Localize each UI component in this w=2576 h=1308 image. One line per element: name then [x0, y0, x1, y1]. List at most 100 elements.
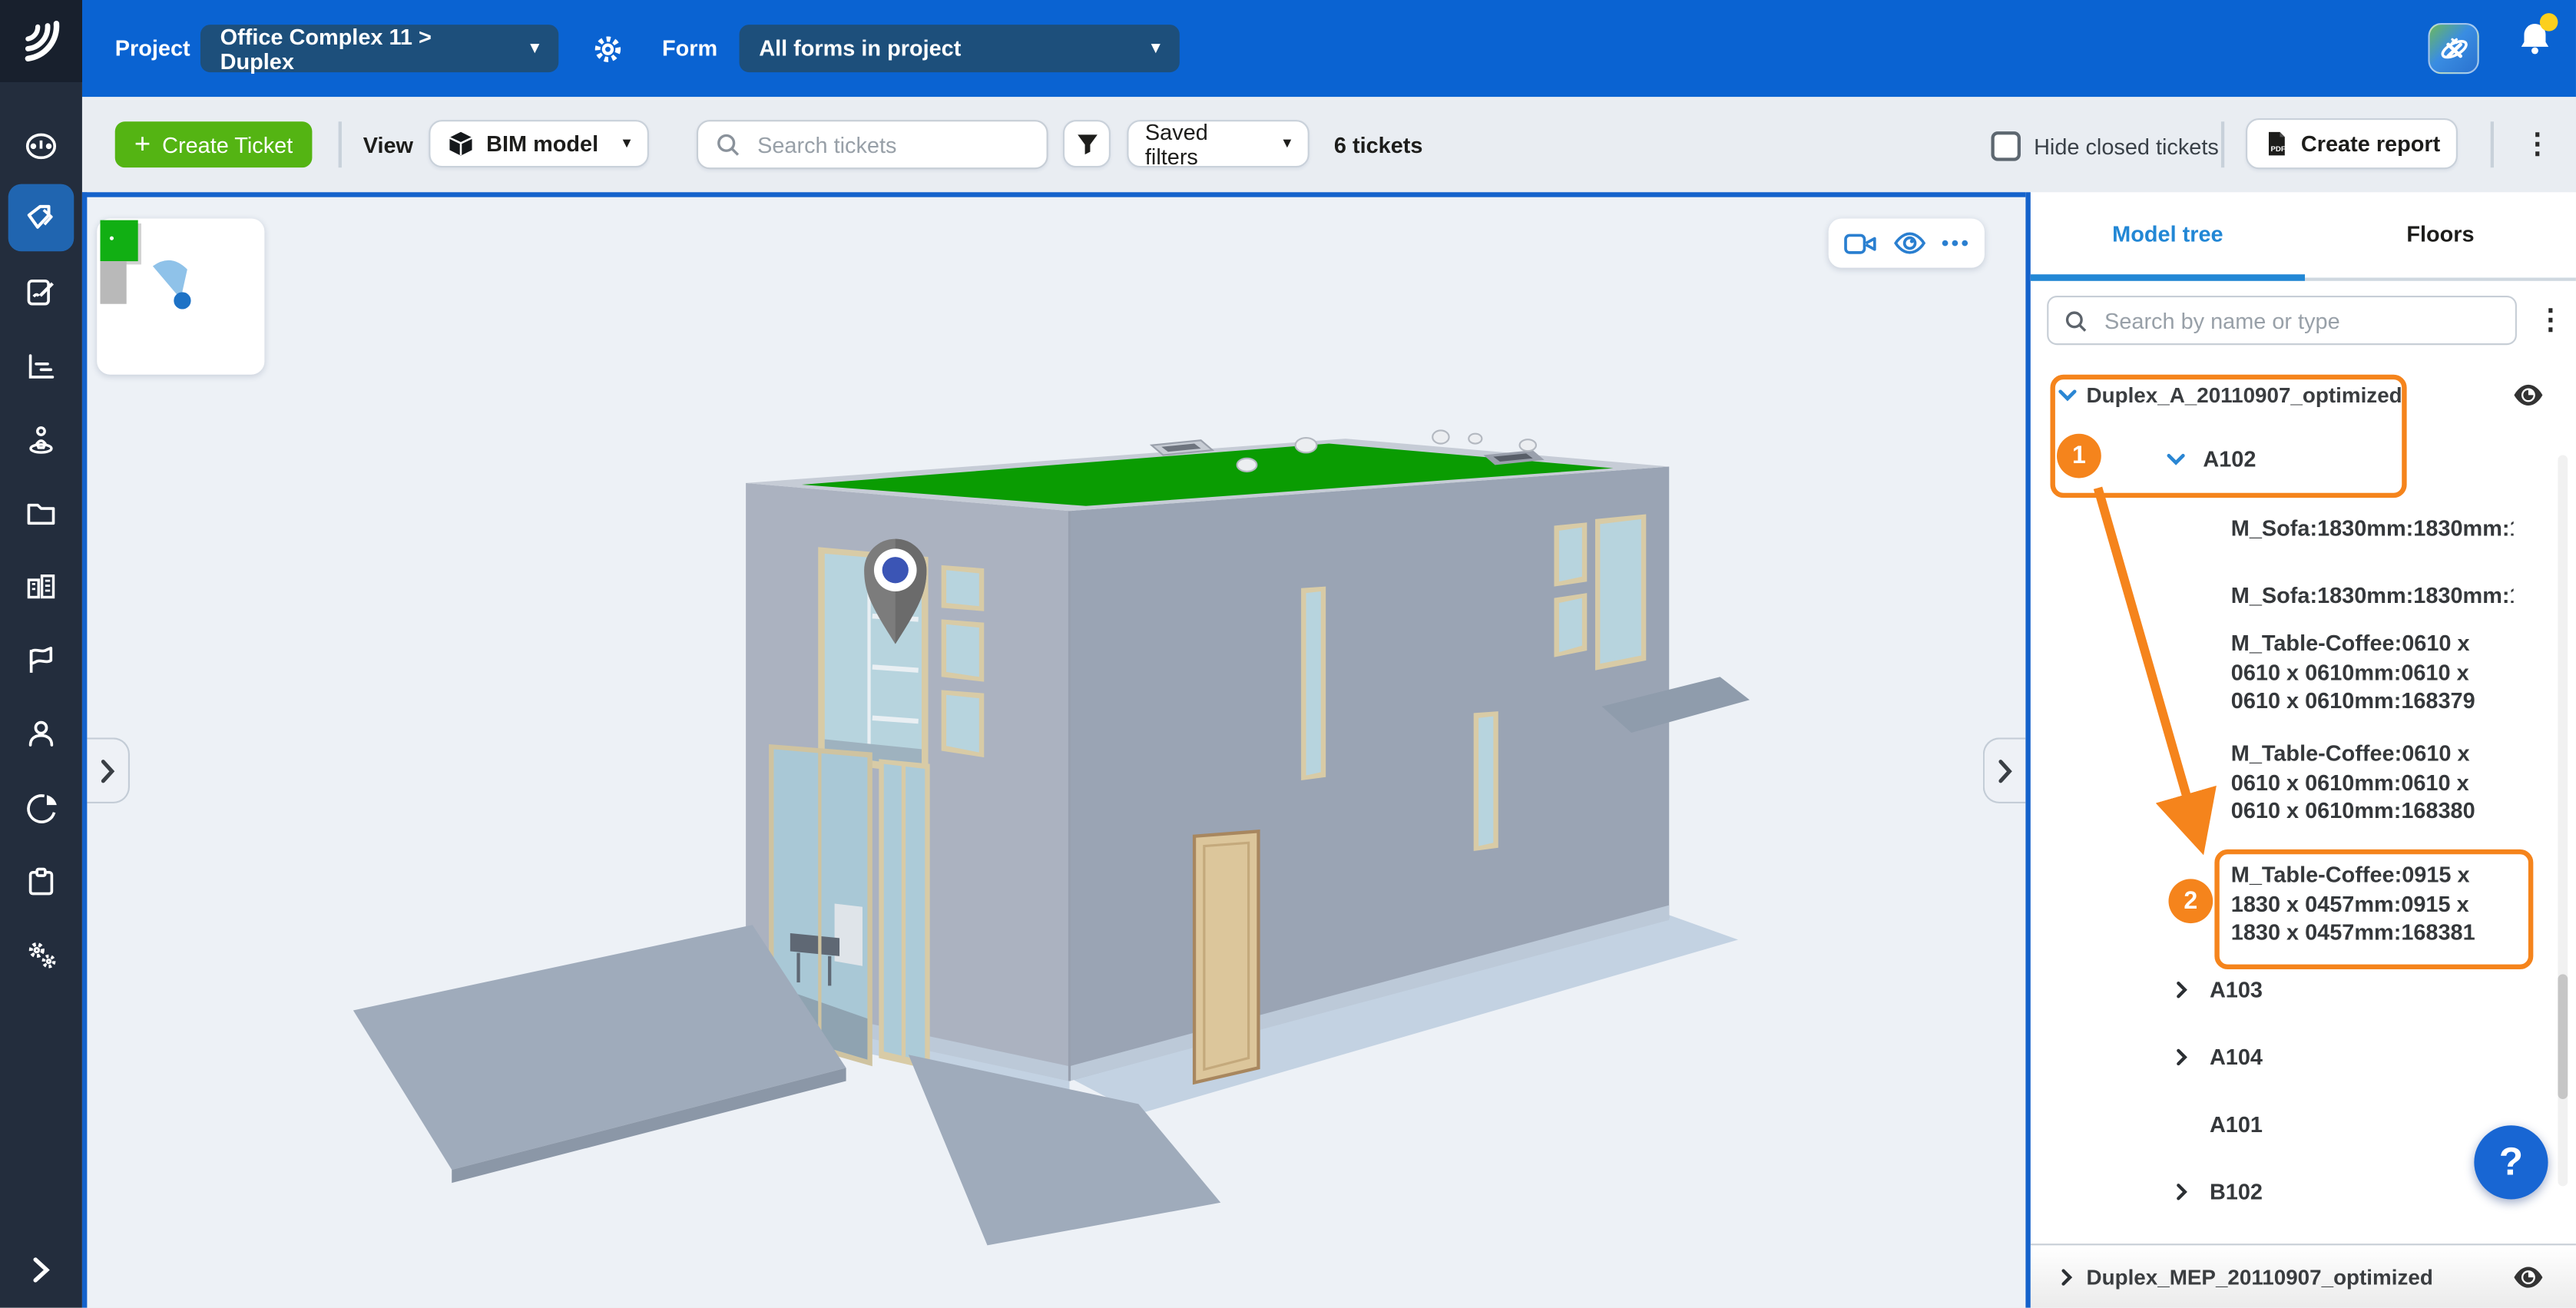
- tree-search: [2047, 296, 2517, 345]
- window-stack: [942, 565, 985, 757]
- toolbar: + Create Ticket View BIM model ▾ Saved f…: [82, 97, 2576, 192]
- sidebar-item-milestones[interactable]: [8, 626, 74, 694]
- sidebar-item-tasks[interactable]: [8, 848, 74, 916]
- help-button[interactable]: ?: [2474, 1125, 2548, 1199]
- tree-node-label: M_Table-Coffee:0610 x 0610 x 0610mm:0610…: [2231, 740, 2514, 826]
- sidebar-item-reports[interactable]: [8, 332, 74, 399]
- tree-node-table-168381[interactable]: M_Table-Coffee:0915 x 1830 x 0457mm:0915…: [2231, 861, 2514, 947]
- entry-door[interactable]: [1194, 831, 1258, 1082]
- sidebar-item-documents[interactable]: [8, 478, 74, 545]
- tree-options-icon[interactable]: ⋮: [2537, 306, 2564, 333]
- minimap-plan: [97, 218, 264, 374]
- annotation-step-1: 1: [2057, 434, 2101, 478]
- saved-filters-select[interactable]: Saved filters ▾: [1127, 120, 1309, 167]
- chevron-right-icon[interactable]: [2172, 1047, 2192, 1068]
- chevron-down-icon: ▾: [531, 39, 539, 58]
- minimap-pad: [100, 261, 126, 304]
- tree-node-a102[interactable]: A102: [2165, 445, 2256, 474]
- hide-closed-checkbox[interactable]: [1991, 131, 2021, 161]
- visibility-eye-icon[interactable]: [1892, 230, 1926, 256]
- create-ticket-label: Create Ticket: [162, 132, 293, 157]
- tree-node-table-168379[interactable]: M_Table-Coffee:0610 x 0610 x 0610mm:0610…: [2231, 629, 2514, 715]
- chevron-right-icon[interactable]: [2172, 979, 2192, 1001]
- saved-filters-label: Saved filters: [1145, 119, 1263, 168]
- sidebar-item-assets[interactable]: [8, 552, 74, 620]
- tree-node-duplex-a[interactable]: Duplex_A_20110907_optimized: [2057, 381, 2402, 409]
- chevron-right-icon: [1998, 758, 2012, 783]
- tree-node-label: A102: [2203, 445, 2256, 474]
- collapse-right-panel-button[interactable]: [1983, 737, 2026, 803]
- chevron-down-icon[interactable]: [2057, 385, 2078, 406]
- tree-scrollbar-thumb[interactable]: [2558, 974, 2568, 1099]
- form-label: Form: [662, 36, 717, 61]
- tree-node-label: Duplex_A_20110907_optimized: [2087, 381, 2402, 409]
- tree-node-sofa-1[interactable]: M_Sofa:1830mm:1830mm:168: [2231, 515, 2514, 543]
- tab-floors[interactable]: Floors: [2305, 222, 2576, 247]
- tree-search-input[interactable]: [2101, 306, 2501, 334]
- plus-icon: +: [134, 128, 151, 161]
- more-options-icon[interactable]: ⋮: [2524, 130, 2551, 157]
- filter-button[interactable]: [1063, 120, 1111, 167]
- project-select[interactable]: Office Complex 11 > Duplex ▾: [200, 25, 558, 72]
- search-tickets-input[interactable]: [754, 131, 1030, 158]
- visibility-eye-icon[interactable]: [2512, 1265, 2545, 1290]
- create-ticket-button[interactable]: + Create Ticket: [115, 121, 313, 167]
- hide-closed-toggle[interactable]: Hide closed tickets: [1991, 131, 2218, 161]
- chevron-right-icon[interactable]: [2057, 1267, 2077, 1288]
- bim-cube-icon: [447, 130, 475, 157]
- pdf-file-icon: PDF: [2263, 130, 2288, 157]
- chevron-down-icon: ▾: [1283, 134, 1291, 153]
- tree-node-table-168380[interactable]: M_Table-Coffee:0610 x 0610 x 0610mm:0610…: [2231, 740, 2514, 826]
- view-mode-select[interactable]: BIM model ▾: [429, 120, 649, 167]
- tree-node-label: M_Table-Coffee:0610 x 0610 x 0610mm:0610…: [2231, 629, 2514, 715]
- hide-closed-label: Hide closed tickets: [2034, 134, 2219, 158]
- create-report-button[interactable]: PDF Create report: [2246, 118, 2458, 169]
- project-settings-gear-icon[interactable]: [591, 33, 624, 74]
- bim-3d-model[interactable]: [87, 197, 2025, 1308]
- app-switcher-icon[interactable]: [2428, 23, 2478, 74]
- expand-left-panel-button[interactable]: [87, 737, 130, 803]
- sidebar-expand-chevron-icon[interactable]: [8, 1236, 74, 1303]
- annotation-step-2: 2: [2168, 879, 2213, 923]
- ticket-count: 6 tickets: [1334, 133, 1423, 157]
- tree-node-a103[interactable]: A103: [2172, 976, 2263, 1005]
- tree-node-a104[interactable]: A104: [2172, 1043, 2263, 1071]
- brand-logo[interactable]: [0, 0, 82, 82]
- tree-node-label: Duplex_MEP_20110907_optimized: [2087, 1263, 2433, 1292]
- sidebar-item-analytics[interactable]: [8, 773, 74, 841]
- sliding-door: [879, 759, 929, 1069]
- tree-node-duplex-mep[interactable]: Duplex_MEP_20110907_optimized: [2057, 1263, 2433, 1292]
- visibility-eye-icon[interactable]: [2512, 382, 2545, 407]
- sidebar-item-tickets[interactable]: [8, 184, 74, 252]
- top-bar: Project Office Complex 11 > Duplex ▾ For…: [82, 0, 2576, 97]
- notifications-bell-icon[interactable]: [2515, 16, 2564, 75]
- chevron-down-icon[interactable]: [2165, 449, 2187, 470]
- sidebar-item-forms[interactable]: [8, 258, 74, 326]
- tree-node-label: B102: [2210, 1178, 2263, 1207]
- sidebar-item-settings[interactable]: [8, 922, 74, 989]
- tree-node-label: M_Sofa:1830mm:1830mm:168: [2231, 515, 2514, 543]
- camera-view-icon[interactable]: [1843, 229, 1877, 257]
- bim-viewer-canvas[interactable]: [82, 192, 2025, 1307]
- chevron-down-icon: ▾: [623, 134, 631, 153]
- tree-node-a101[interactable]: A101: [2210, 1111, 2263, 1139]
- window-narrow-1: [1301, 587, 1326, 780]
- tab-model-tree[interactable]: Model tree: [2031, 222, 2305, 247]
- project-label: Project: [115, 36, 190, 61]
- chevron-right-icon: [100, 758, 114, 783]
- chevron-right-icon[interactable]: [2172, 1181, 2192, 1203]
- tree-node-b102[interactable]: B102: [2172, 1178, 2263, 1207]
- tree-node-label: M_Table-Coffee:0915 x 1830 x 0457mm:0915…: [2231, 861, 2514, 947]
- window-narrow-2: [1474, 711, 1498, 851]
- divider: [2491, 121, 2493, 167]
- form-select[interactable]: All forms in project ▾: [740, 25, 1180, 72]
- view-mode-value: BIM model: [486, 131, 598, 156]
- minimap[interactable]: [97, 218, 264, 374]
- tree-node-sofa-2[interactable]: M_Sofa:1830mm:1830mm:168: [2231, 581, 2514, 610]
- sidebar-item-people[interactable]: [8, 700, 74, 767]
- minimap-roof: [100, 220, 137, 261]
- ticket-search: [697, 120, 1048, 169]
- more-options-icon[interactable]: [1941, 238, 1971, 248]
- sidebar-item-site-walk[interactable]: [8, 406, 74, 473]
- sidebar-item-dashboard[interactable]: [8, 111, 74, 179]
